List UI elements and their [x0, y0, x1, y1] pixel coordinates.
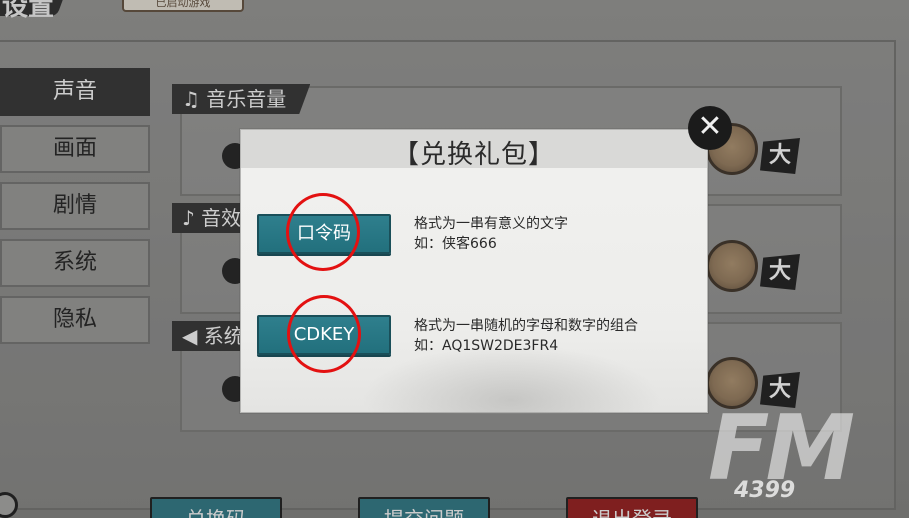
cdkey-description: 格式为一串随机的字母和数字的组合 如：AQ1SW2DE3FR4	[414, 316, 638, 356]
password-code-format: 格式为一串有意义的文字	[414, 216, 568, 232]
password-code-example: 如：侠客666	[414, 236, 497, 252]
highlight-ring	[286, 193, 360, 271]
cdkey-format: 格式为一串随机的字母和数字的组合	[414, 318, 638, 334]
highlight-ring	[287, 295, 361, 373]
dialog-title: 【兑换礼包】	[392, 140, 555, 170]
password-code-description: 格式为一串有意义的文字 如：侠客666	[414, 214, 568, 254]
cdkey-example: 如：AQ1SW2DE3FR4	[414, 338, 559, 354]
watermark-small: 4399	[734, 478, 796, 503]
watermark-logo: FM 4399	[700, 396, 900, 506]
close-icon[interactable]: ✕	[688, 106, 732, 150]
